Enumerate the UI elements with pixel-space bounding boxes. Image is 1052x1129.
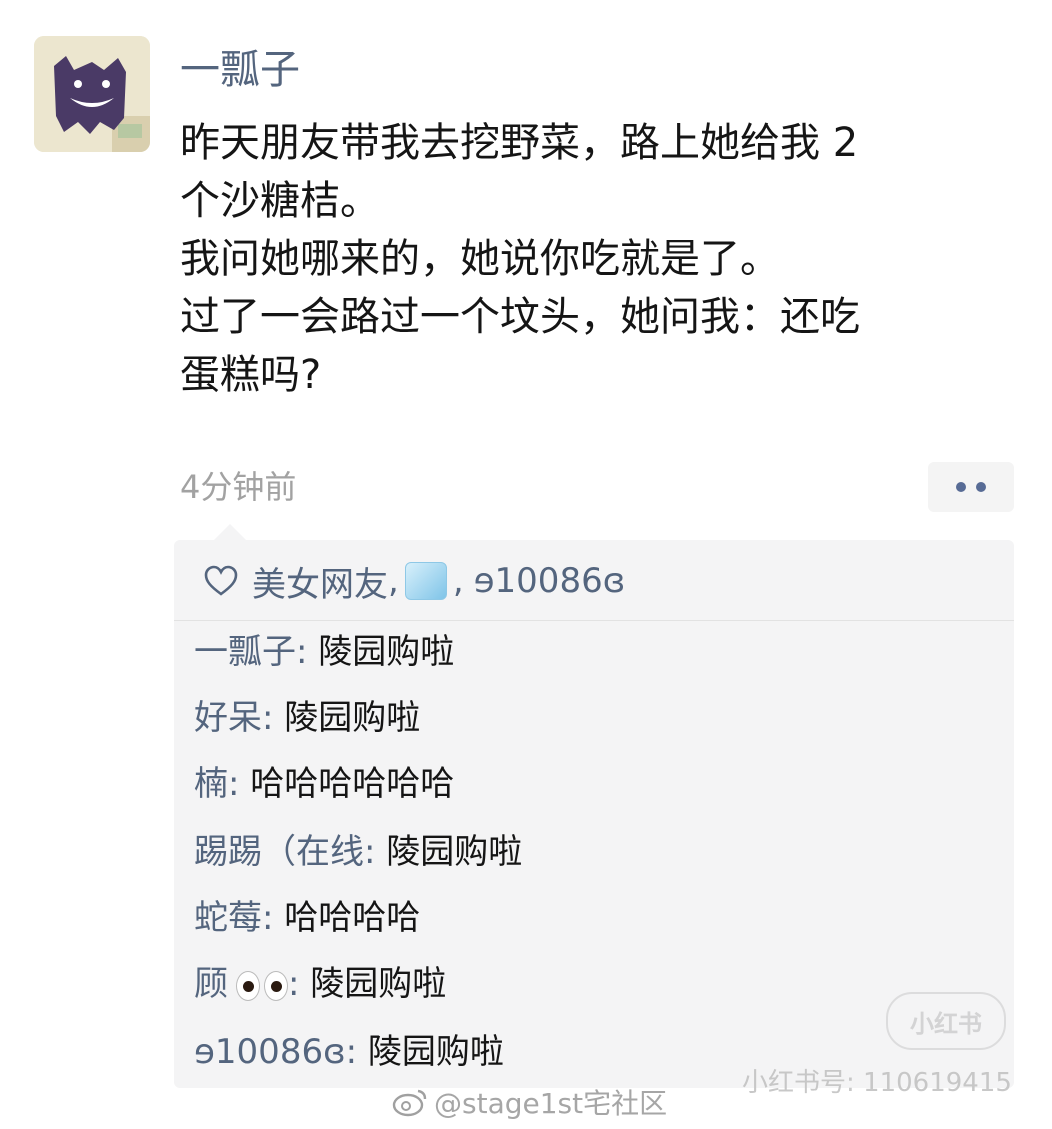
ice-cube-emoji-icon[interactable] <box>404 562 447 600</box>
comment-item[interactable]: 顾: 陵园购啦 <box>194 954 446 1014</box>
eyes-emoji-icon <box>236 970 288 1001</box>
post-line: 我问她哪来的，她说你吃就是了。 <box>180 236 780 282</box>
comment-text: 陵园购啦 <box>318 632 455 672</box>
like-separator: , <box>388 561 399 601</box>
like-name[interactable]: 美女网友 <box>252 557 388 606</box>
comment-separator: : <box>288 964 311 1004</box>
dot-icon <box>976 482 986 492</box>
post-line: 过了一会路过一个坟头，她问我：还吃 <box>180 294 860 340</box>
comment-item[interactable]: 一瓢子: 陵园购啦 <box>194 622 454 682</box>
weibo-handle: @stage1st宅社区 <box>434 1087 668 1120</box>
weibo-icon <box>392 1087 428 1117</box>
weibo-watermark: @stage1st宅社区 <box>392 1082 667 1122</box>
comment-separator: : <box>345 1032 368 1072</box>
post-line: 个沙糖桔。 <box>180 178 380 224</box>
comment-author[interactable]: 一瓢子 <box>194 632 296 672</box>
comment-author[interactable]: 好呆 <box>194 698 262 738</box>
comment-item[interactable]: 踢踢（在线: 陵园购啦 <box>194 822 522 882</box>
post-line: 昨天朋友带我去挖野菜，路上她给我 2 <box>180 120 859 166</box>
like-name[interactable]: ɘ10086ɞ <box>474 561 626 601</box>
comment-author[interactable]: 蛇莓 <box>194 898 262 938</box>
comment-text: 陵园购啦 <box>284 698 421 738</box>
comment-text: 陵园购啦 <box>310 964 447 1004</box>
comment-author[interactable]: 顾 <box>194 964 228 1004</box>
comment-item[interactable]: 楠: 哈哈哈哈哈哈 <box>194 754 454 814</box>
comment-separator: : <box>262 698 285 738</box>
post-line: 蛋糕吗? <box>180 352 322 398</box>
comment-author[interactable]: ɘ10086ɞ <box>194 1032 346 1072</box>
comment-text: 陵园购啦 <box>386 832 523 872</box>
comment-item[interactable]: ɘ10086ɞ: 陵园购啦 <box>194 1022 504 1082</box>
ghost-avatar-icon <box>34 36 150 152</box>
post-timestamp: 4分钟前 <box>180 468 297 506</box>
comment-item[interactable]: 好呆: 陵园购啦 <box>194 688 420 748</box>
comment-separator: : <box>262 898 285 938</box>
comment-separator: : <box>364 832 387 872</box>
likes-row: 美女网友 , , ɘ10086ɞ <box>204 552 625 610</box>
comment-text: 陵园购啦 <box>367 1032 504 1072</box>
avatar[interactable] <box>34 36 150 152</box>
comment-separator: : <box>228 764 251 804</box>
divider <box>174 620 1014 621</box>
comment-author[interactable]: 楠 <box>194 764 228 804</box>
like-separator: , <box>452 561 464 601</box>
author-name[interactable]: 一瓢子 <box>180 40 300 100</box>
dot-icon <box>956 482 966 492</box>
comment-text: 哈哈哈哈哈哈 <box>250 764 455 804</box>
xiaohongshu-watermark-badge: 小红书 <box>886 992 1006 1050</box>
comment-text: 哈哈哈哈 <box>284 898 421 938</box>
comment-separator: : <box>296 632 319 672</box>
comment-author[interactable]: 踢踢（在线 <box>194 832 364 872</box>
more-actions-button[interactable] <box>928 462 1014 512</box>
comment-item[interactable]: 蛇莓: 哈哈哈哈 <box>194 888 420 948</box>
xiaohongshu-id-watermark: 小红书号: 110619415 <box>742 1068 1012 1098</box>
heart-outline-icon <box>204 565 238 597</box>
post-text: 昨天朋友带我去挖野菜，路上她给我 2 个沙糖桔。 我问她哪来的，她说你吃就是了。… <box>180 114 1020 404</box>
